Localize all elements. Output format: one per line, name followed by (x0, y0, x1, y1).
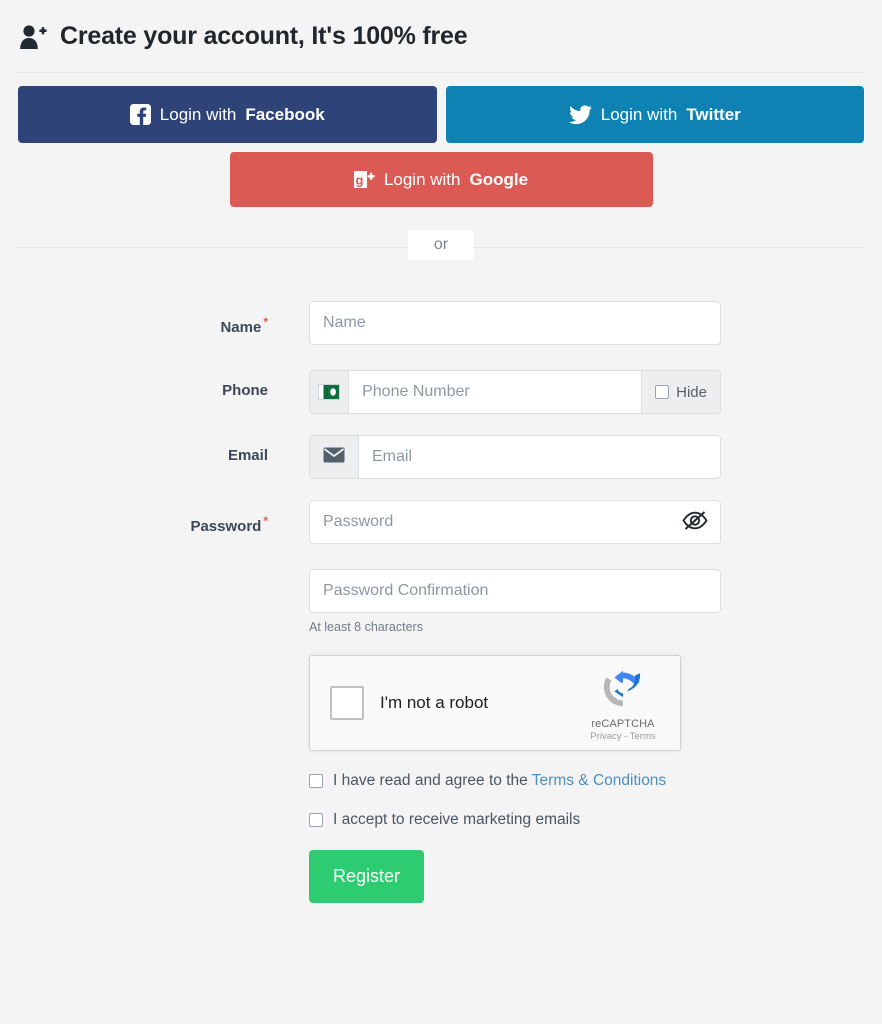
email-row: Email (0, 435, 882, 479)
phone-label: Phone (222, 382, 268, 399)
password-visibility-toggle[interactable] (681, 510, 709, 535)
recaptcha-row: I'm not a robot reCAPTCHA Privacy - Term… (0, 655, 882, 751)
recaptcha-brand: reCAPTCHA Privacy - Terms (580, 665, 666, 742)
login-with-twitter-button[interactable]: Login with Twitter (445, 86, 864, 143)
twitter-button-prefix: Login with (600, 104, 678, 124)
recaptcha-label: I'm not a robot (380, 693, 489, 712)
name-required-marker: * (263, 315, 268, 329)
facebook-button-brand: Facebook (245, 104, 325, 124)
name-label: Name * (0, 301, 268, 349)
google-button-prefix: Login with (383, 169, 461, 189)
registration-form: Name* Phone Hide (0, 264, 882, 903)
or-divider-label: or (407, 230, 475, 260)
password-hint: At least 8 characters (309, 620, 423, 634)
facebook-icon (129, 104, 151, 125)
password-confirmation-row: At least 8 characters (0, 569, 882, 634)
terms-agreement-label: I have read and agree to the Terms & Con… (333, 772, 666, 790)
twitter-icon (568, 104, 592, 125)
password-confirmation-input[interactable] (309, 569, 721, 613)
name-label-text: Name (220, 319, 262, 336)
eye-slash-icon (681, 510, 709, 535)
terms-agreement-row: I have read and agree to the Terms & Con… (0, 772, 882, 903)
twitter-button-brand: Twitter (686, 104, 741, 124)
password-input[interactable] (309, 500, 721, 544)
phone-hide-checkbox[interactable] (655, 385, 670, 399)
google-button-brand: Google (469, 169, 529, 189)
marketing-agreement[interactable]: I accept to receive marketing emails (309, 811, 721, 829)
user-plus-icon (18, 22, 48, 52)
recaptcha-brand-links[interactable]: Privacy - Terms (580, 731, 666, 742)
phone-hide-label: Hide (676, 383, 707, 401)
facebook-button-prefix: Login with (159, 104, 237, 124)
marketing-emails-label: I accept to receive marketing emails (333, 811, 581, 828)
name-input[interactable] (309, 301, 721, 345)
phone-hide-addon[interactable]: Hide (642, 370, 721, 414)
password-row: Password * (0, 500, 882, 548)
password-label-text: Password (190, 518, 262, 535)
page-header: Create your account, It's 100% free (0, 0, 882, 72)
login-with-facebook-button[interactable]: Login with Facebook (18, 86, 437, 143)
recaptcha-logo-icon (600, 670, 646, 715)
email-input[interactable] (357, 435, 721, 479)
password-required-marker: * (263, 514, 268, 528)
page-title: Create your account, It's 100% free (60, 22, 468, 51)
envelope-icon (323, 447, 345, 467)
email-label: Email (227, 447, 268, 464)
recaptcha-widget[interactable]: I'm not a robot reCAPTCHA Privacy - Term… (309, 655, 681, 751)
country-flag-addon[interactable] (309, 370, 349, 414)
name-row: Name * (0, 301, 882, 349)
terms-agreement[interactable]: I have read and agree to the Terms & Con… (309, 772, 721, 790)
register-button[interactable]: Register (309, 850, 425, 903)
pakistan-flag-icon (318, 384, 341, 400)
recaptcha-checkbox[interactable] (330, 686, 364, 720)
terms-agreement-checkbox[interactable] (309, 774, 323, 788)
recaptcha-brand-name: reCAPTCHA (591, 717, 655, 730)
or-divider: or (18, 230, 864, 264)
login-with-google-button[interactable]: g Login with Google (229, 152, 653, 207)
email-icon-addon (309, 435, 358, 479)
phone-input[interactable] (348, 370, 643, 414)
terms-agreement-prefix: I have read and agree to the (333, 772, 532, 789)
registration-page: Create your account, It's 100% free Logi… (0, 0, 882, 1024)
terms-and-conditions-link[interactable]: Terms & Conditions (532, 772, 666, 789)
social-login-group: Login with Facebook Login with Twitter g (0, 73, 882, 207)
svg-text:g: g (355, 173, 363, 188)
password-label: Password * (0, 500, 268, 548)
phone-row: Phone Hide (0, 370, 882, 414)
marketing-emails-checkbox[interactable] (309, 813, 323, 827)
google-plus-icon: g (353, 169, 375, 190)
